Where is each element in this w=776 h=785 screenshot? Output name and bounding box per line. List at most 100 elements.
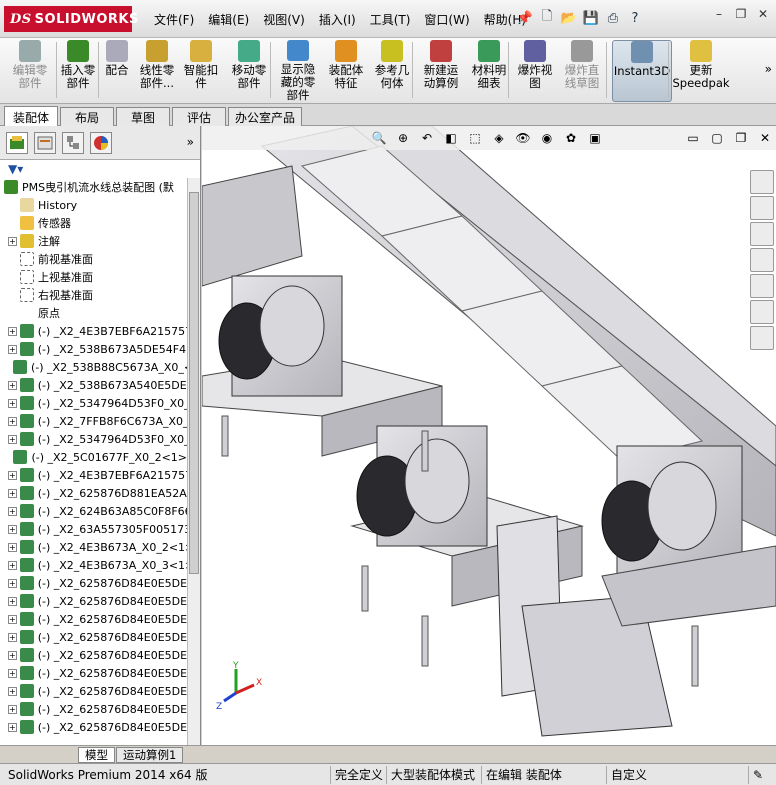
view-orientation-icon[interactable]: ⬚ [464, 129, 486, 147]
expand-toggle-icon[interactable]: + [8, 614, 17, 624]
previous-view-icon[interactable]: ↶ [416, 129, 438, 147]
tree-item[interactable]: + (-) _X2_4E3B7EBF6A215757_ [0, 322, 187, 340]
help-icon[interactable]: ? [626, 8, 644, 28]
command-button-13[interactable]: Instant3D [612, 40, 672, 102]
cm-tab-3[interactable]: 评估 [172, 107, 226, 126]
tree-item[interactable]: + (-) _X2_5347964D53F0_X0_2 [0, 394, 187, 412]
expand-toggle-icon[interactable]: + [8, 434, 17, 444]
expand-toggle-icon[interactable]: + [8, 524, 17, 534]
tree-item[interactable]: + (-) _X2_625876D881EA52A87 [0, 484, 187, 502]
command-button-11[interactable]: 爆炸视图 [514, 40, 556, 102]
section-view-icon[interactable]: ◧ [440, 129, 462, 147]
expand-toggle-icon[interactable]: + [8, 416, 17, 426]
tree-item[interactable]: 原点 [0, 304, 187, 322]
tree-item[interactable]: + (-) _X2_538B673A5DE54F4D6 [0, 340, 187, 358]
tree-item[interactable]: 前视基准面 [0, 250, 187, 268]
tree-item[interactable]: + (-) _X2_5347964D53F0_X0_1 [0, 430, 187, 448]
expand-toggle-icon[interactable]: + [8, 236, 17, 246]
open-folder-icon[interactable]: 📂 [560, 8, 578, 28]
command-button-3[interactable]: 线性零 部件... [136, 40, 178, 102]
expand-toggle-icon[interactable]: + [8, 596, 17, 606]
tree-item[interactable]: + (-) _X2_538B673A540E5DE54 [0, 376, 187, 394]
expand-toggle-icon[interactable]: + [8, 506, 17, 516]
print-icon[interactable]: ⎙ [604, 8, 622, 28]
view-palette-icon[interactable] [750, 248, 774, 272]
expand-toggle-icon[interactable]: + [8, 560, 17, 570]
design-library-icon[interactable] [750, 196, 774, 220]
expand-toggle-icon[interactable]: + [8, 632, 17, 642]
tree-scrollbar-thumb[interactable] [189, 192, 199, 574]
pushpin-icon[interactable]: 📌 [516, 8, 534, 28]
expand-toggle-icon[interactable]: + [8, 722, 17, 732]
forum-icon[interactable] [750, 326, 774, 350]
expand-toggle-icon[interactable]: + [8, 542, 17, 552]
viewport-minimize-icon[interactable]: ▭ [682, 129, 704, 147]
hide-show-items-icon[interactable]: 👁 [512, 129, 534, 147]
tree-item[interactable]: + (-) _X2_625876D84E0E5DE54 [0, 682, 187, 700]
tree-item[interactable]: + (-) _X2_7FFB8F6C673A_X0_< [0, 412, 187, 430]
minimize-icon[interactable]: – [712, 8, 726, 22]
expand-toggle-icon[interactable]: + [8, 398, 17, 408]
expand-toggle-icon[interactable]: + [8, 704, 17, 714]
more-commands-icon[interactable]: » [765, 62, 772, 76]
tree-item[interactable]: + (-) _X2_625876D84E0E5DE54 [0, 664, 187, 682]
filter-icon[interactable]: ▼▾ [8, 162, 23, 176]
command-button-2[interactable]: 配合 [102, 40, 132, 102]
command-button-10[interactable]: 材料明 细表 [470, 40, 508, 102]
configuration-manager-tab-icon[interactable] [62, 132, 84, 154]
file-explorer-icon[interactable] [750, 222, 774, 246]
edit-appearance-icon[interactable]: ◉ [536, 129, 558, 147]
viewport-restore-icon[interactable]: ❐ [730, 129, 752, 147]
command-button-12[interactable]: 爆炸直 线草图 [562, 40, 602, 102]
expand-toggle-icon[interactable]: + [8, 470, 17, 480]
expand-toggle-icon[interactable]: + [8, 686, 17, 696]
command-button-5[interactable]: 移动零 部件 [228, 40, 270, 102]
cm-tab-2[interactable]: 草图 [116, 107, 170, 126]
command-button-9[interactable]: 新建运 动算例 [418, 40, 464, 102]
tree-item[interactable]: + (-) _X2_625876D84E0E5DE54 [0, 628, 187, 646]
menu-item-4[interactable]: 工具(T) [366, 10, 415, 29]
status-units[interactable]: 自定义 [606, 766, 647, 784]
tree-item[interactable]: + (-) _X2_4E3B673A_X0_2<1> [0, 538, 187, 556]
cm-tab-4[interactable]: 办公室产品 [228, 107, 302, 126]
tree-item[interactable]: + (-) _X2_625876D84E0E5DE54 [0, 574, 187, 592]
tree-item[interactable]: + (-) _X2_625876D84E0E5DE54 [0, 646, 187, 664]
cm-tab-0[interactable]: 装配体 [4, 106, 58, 127]
tree-item[interactable]: 传感器 [0, 214, 187, 232]
zoom-to-fit-icon[interactable]: 🔍 [368, 129, 390, 147]
tree-scrollbar[interactable] [187, 178, 200, 748]
menu-item-3[interactable]: 插入(I) [315, 10, 360, 29]
command-button-8[interactable]: 参考几 何体 [372, 40, 412, 102]
command-button-7[interactable]: 装配体 特征 [326, 40, 366, 102]
tree-item[interactable]: 右视基准面 [0, 286, 187, 304]
save-icon[interactable]: 💾 [582, 8, 600, 28]
new-document-icon[interactable]: 🗋 [538, 8, 556, 28]
expand-toggle-icon[interactable]: + [8, 578, 17, 588]
command-button-1[interactable]: 插入零 部件 [60, 40, 96, 102]
command-button-14[interactable]: 更新 Speedpak [672, 40, 730, 102]
expand-panel-icon[interactable]: » [187, 135, 194, 149]
tree-item[interactable]: + (-) _X2_625876D84E0E5DE54 [0, 592, 187, 610]
restore-icon[interactable]: ❐ [734, 8, 748, 22]
viewport-close-icon[interactable]: ✕ [754, 129, 776, 147]
expand-toggle-icon[interactable]: + [8, 380, 17, 390]
rebuild-icon[interactable]: ✎ [748, 766, 763, 784]
view-settings-icon[interactable]: ▣ [584, 129, 606, 147]
tree-item[interactable]: + (-) _X2_625876D84E0E5DE54 [0, 610, 187, 628]
command-button-0[interactable]: 编辑零 部件 [6, 40, 54, 102]
feature-manager-tab-icon[interactable] [6, 132, 28, 154]
tree-item[interactable]: + 注解 [0, 232, 187, 250]
custom-properties-icon[interactable] [750, 300, 774, 324]
tree-item[interactable]: + (-) _X2_4E3B7EBF6A215757_ [0, 466, 187, 484]
tree-item[interactable]: + (-) _X2_624B63A85C0F8F66_ [0, 502, 187, 520]
tree-item[interactable]: + (-) _X2_625876D84E0E5DE54 [0, 718, 187, 736]
expand-toggle-icon[interactable]: + [8, 326, 17, 336]
tree-item[interactable]: + (-) _X2_4E3B673A_X0_3<1> [0, 556, 187, 574]
graphics-area[interactable]: 🔍 ⊕ ↶ ◧ ⬚ ◈ 👁 ◉ ✿ ▣ ▭ ▢ ❐ ✕ Y X Z [202, 126, 776, 745]
expand-toggle-icon[interactable]: + [8, 488, 17, 498]
menu-item-2[interactable]: 视图(V) [259, 10, 309, 29]
command-button-6[interactable]: 显示隐 藏的零 部件 [276, 40, 320, 102]
zoom-area-icon[interactable]: ⊕ [392, 129, 414, 147]
expand-toggle-icon[interactable]: + [8, 344, 17, 354]
cm-tab-1[interactable]: 布局 [60, 107, 114, 126]
